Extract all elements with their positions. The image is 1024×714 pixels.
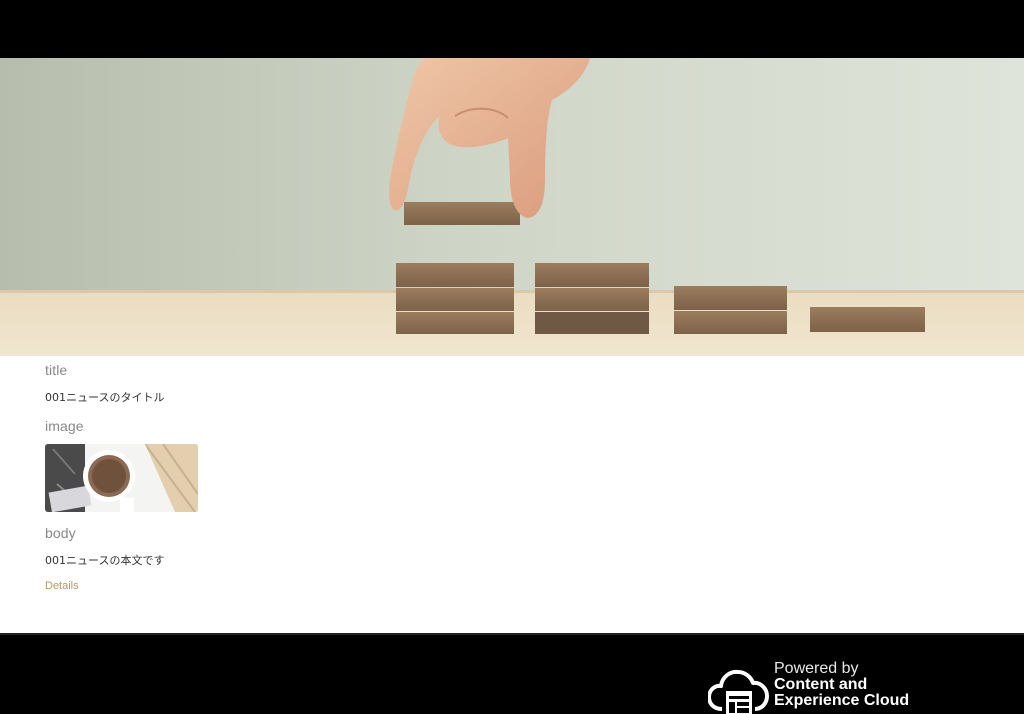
title-value: 001ニュースのタイトル xyxy=(45,391,165,404)
powered-by-text: Powered by xyxy=(774,660,859,677)
brand-line-2: Experience Cloud xyxy=(774,692,910,709)
header-bar xyxy=(0,0,1024,62)
badge-text: Powered by Content and Experience Cloud xyxy=(774,661,909,709)
body-value: 001ニュースの本文です xyxy=(45,554,165,567)
title-label: title xyxy=(45,362,68,378)
hero-image xyxy=(0,58,1024,356)
powered-by-badge[interactable]: Powered by Content and Experience Cloud xyxy=(708,661,928,714)
footer-bar: Powered by Content and Experience Cloud xyxy=(0,633,1024,714)
cloud-content-icon xyxy=(708,669,769,714)
image-label: image xyxy=(45,418,84,434)
brand-line-1: Content and xyxy=(774,676,868,693)
body-label: body xyxy=(45,525,76,541)
details-link[interactable]: Details xyxy=(45,580,79,592)
news-thumbnail-image xyxy=(45,444,198,512)
